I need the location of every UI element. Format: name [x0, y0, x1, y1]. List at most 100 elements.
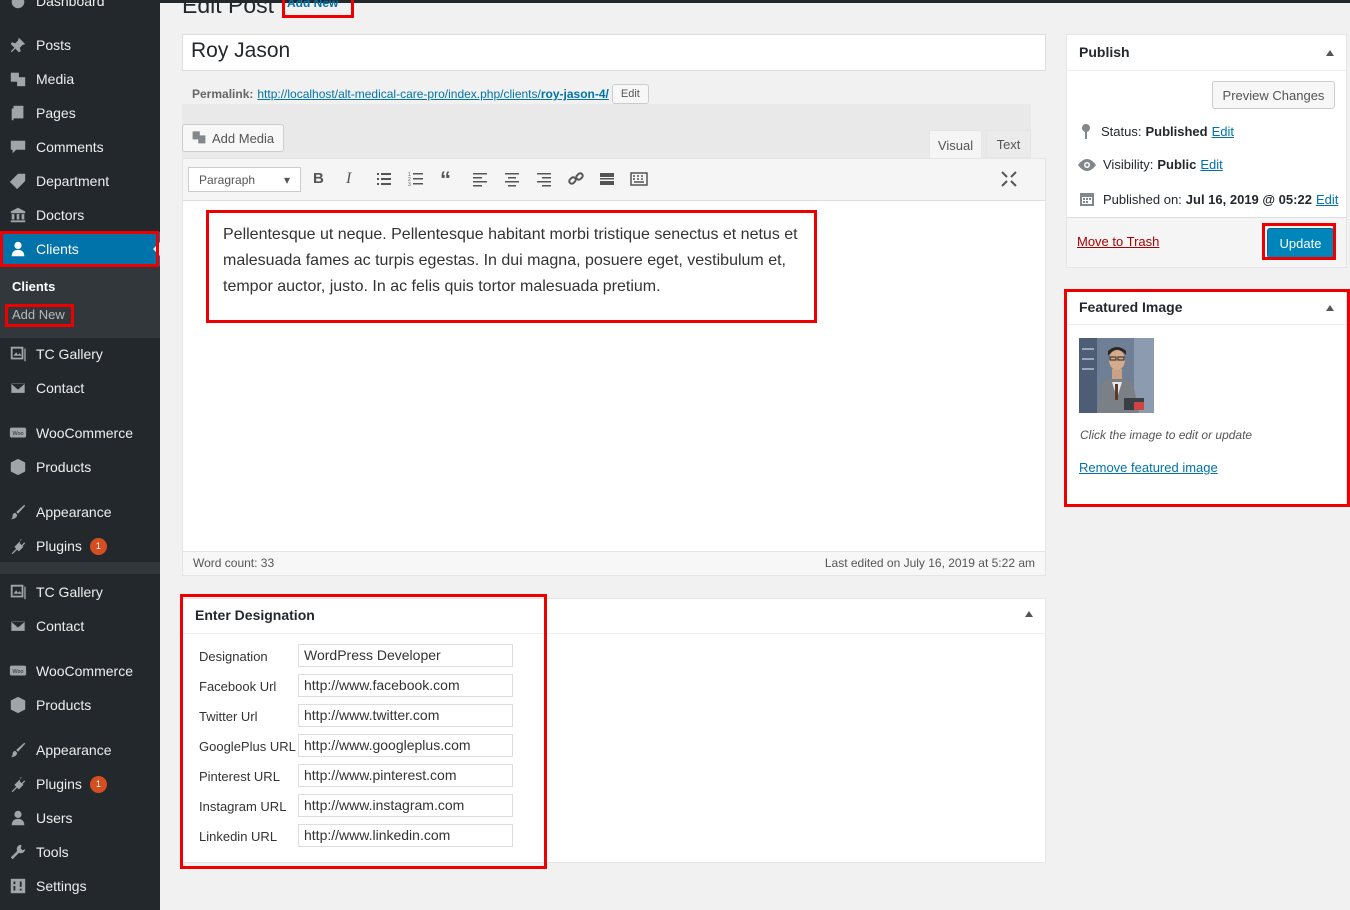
menu-tools[interactable]: Tools [0, 837, 160, 867]
featured-image-hint: Click the image to edit or update [1080, 428, 1253, 442]
field-label: Designation [199, 649, 268, 664]
media-icon [8, 69, 28, 89]
preview-changes-button[interactable]: Preview Changes [1212, 81, 1335, 109]
menu-appearance[interactable]: Appearance [0, 497, 160, 527]
align-left-icon[interactable] [472, 171, 488, 190]
pinterest-url-input[interactable]: http://www.pinterest.com [298, 764, 513, 787]
menu-contact-2[interactable]: Contact [0, 611, 160, 641]
menu-label: WooCommerce [36, 425, 133, 441]
email-icon [8, 378, 28, 398]
menu-appearance-2[interactable]: Appearance [0, 735, 160, 765]
plug-icon [8, 774, 28, 794]
user-icon [8, 808, 28, 828]
menu-tc-gallery-2[interactable]: TC Gallery [0, 577, 160, 607]
menu-users[interactable]: Users [0, 803, 160, 833]
menu-tc-gallery[interactable]: TC Gallery [0, 339, 160, 369]
add-media-button[interactable]: Add Media [182, 124, 284, 152]
menu-label: Products [36, 459, 92, 475]
box-icon [8, 457, 28, 477]
menu-woocommerce-2[interactable]: Woo WooCommerce [0, 656, 160, 686]
facebook-url-input[interactable]: http://www.facebook.com [298, 674, 513, 697]
menu-dashboard[interactable]: Dashboard [0, 0, 160, 16]
menu-settings[interactable]: Settings [0, 871, 160, 901]
linkedin-url-input[interactable]: http://www.linkedin.com [298, 824, 513, 847]
menu-posts[interactable]: Posts [0, 30, 160, 60]
featured-image-thumbnail[interactable] [1079, 338, 1154, 413]
editor-status-bar: Word count: 33 Last edited on July 16, 2… [183, 551, 1045, 575]
menu-clients[interactable]: Clients [0, 232, 160, 266]
tab-text[interactable]: Text [986, 130, 1031, 158]
svg-text:Woo: Woo [13, 669, 24, 675]
permalink-base: http://localhost/alt-medical-care-pro/in… [257, 87, 541, 101]
designation-input[interactable]: WordPress Developer [298, 644, 513, 667]
editor-content[interactable]: Pellentesque ut neque. Pellentesque habi… [223, 222, 803, 300]
menu-label: Pages [36, 105, 76, 121]
editor-top-area [182, 104, 1031, 159]
published-edit-link[interactable]: Edit [1316, 192, 1338, 207]
divider [1067, 70, 1346, 71]
calendar-icon [1079, 191, 1103, 207]
field-twitter: Twitter Url http://www.twitter.com [198, 704, 518, 728]
collapse-icon[interactable] [1326, 305, 1334, 311]
blockquote-icon[interactable]: “ [440, 167, 451, 193]
clients-submenu: Clients Add New [0, 266, 160, 338]
woo-icon: Woo [8, 661, 28, 681]
publish-actions: Move to Trash Update [1067, 217, 1346, 267]
menu-label: Plugins [36, 538, 82, 554]
permalink-row: Permalink: http://localhost/alt-medical-… [192, 84, 649, 104]
twitter-url-input[interactable]: http://www.twitter.com [298, 704, 513, 727]
submenu-add-new[interactable]: Add New [12, 307, 65, 322]
menu-label: Comments [36, 139, 104, 155]
collapse-icon[interactable] [1326, 50, 1334, 56]
add-new-button[interactable]: Add New [287, 0, 338, 10]
svg-text:3: 3 [408, 182, 411, 187]
tab-visual[interactable]: Visual [929, 130, 982, 159]
align-center-icon[interactable] [504, 171, 520, 190]
italic-icon[interactable]: I [346, 170, 351, 188]
status-edit-link[interactable]: Edit [1212, 124, 1234, 139]
menu-products-2[interactable]: Products [0, 690, 160, 720]
move-to-trash-link[interactable]: Move to Trash [1077, 234, 1159, 249]
menu-products[interactable]: Products [0, 452, 160, 482]
eye-icon [1077, 158, 1103, 172]
remove-featured-image-link[interactable]: Remove featured image [1079, 460, 1218, 475]
menu-plugins[interactable]: Plugins 1 [0, 531, 160, 561]
menu-label: Media [36, 71, 75, 87]
format-select[interactable]: Paragraph ▾ [188, 167, 301, 192]
menu-plugins-2[interactable]: Plugins 1 [0, 769, 160, 799]
menu-woocommerce[interactable]: Woo WooCommerce [0, 418, 160, 448]
update-button[interactable]: Update [1267, 228, 1334, 258]
submenu-clients[interactable]: Clients [12, 279, 55, 294]
menu-contact[interactable]: Contact [0, 373, 160, 403]
pushpin-icon [8, 35, 28, 55]
permalink-edit-button[interactable]: Edit [611, 84, 649, 104]
menu-media[interactable]: Media [0, 64, 160, 94]
menu-comments[interactable]: Comments [0, 132, 160, 162]
numbered-list-icon[interactable]: 123 [408, 171, 424, 190]
align-right-icon[interactable] [536, 171, 552, 190]
menu-department[interactable]: Department [0, 166, 160, 196]
published-row: Published on: Jul 16, 2019 @ 05:22 Edit [1079, 191, 1338, 207]
comments-icon [8, 137, 28, 157]
gallery-icon [8, 344, 28, 364]
bold-icon[interactable]: B [313, 170, 324, 187]
link-icon[interactable] [568, 171, 584, 190]
menu-doctors[interactable]: Doctors [0, 200, 160, 230]
toolbar-toggle-icon[interactable] [630, 170, 648, 191]
designation-metabox: Enter Designation Designation WordPress … [182, 598, 1046, 863]
read-more-icon[interactable] [599, 171, 615, 190]
email-icon [8, 616, 28, 636]
menu-label: Appearance [36, 504, 112, 520]
post-title-input[interactable]: Roy Jason [182, 34, 1046, 71]
visibility-edit-link[interactable]: Edit [1200, 157, 1222, 172]
bullet-list-icon[interactable] [376, 171, 392, 190]
menu-pages[interactable]: Pages [0, 98, 160, 128]
googleplus-url-input[interactable]: http://www.googleplus.com [298, 734, 513, 757]
add-media-icon [191, 129, 207, 148]
collapse-icon[interactable] [1025, 611, 1033, 617]
menu-label: Doctors [36, 207, 85, 223]
fullscreen-icon[interactable] [1001, 171, 1017, 190]
permalink-link[interactable]: http://localhost/alt-medical-care-pro/in… [257, 87, 609, 101]
visibility-label: Visibility: [1103, 157, 1154, 172]
instagram-url-input[interactable]: http://www.instagram.com [298, 794, 513, 817]
